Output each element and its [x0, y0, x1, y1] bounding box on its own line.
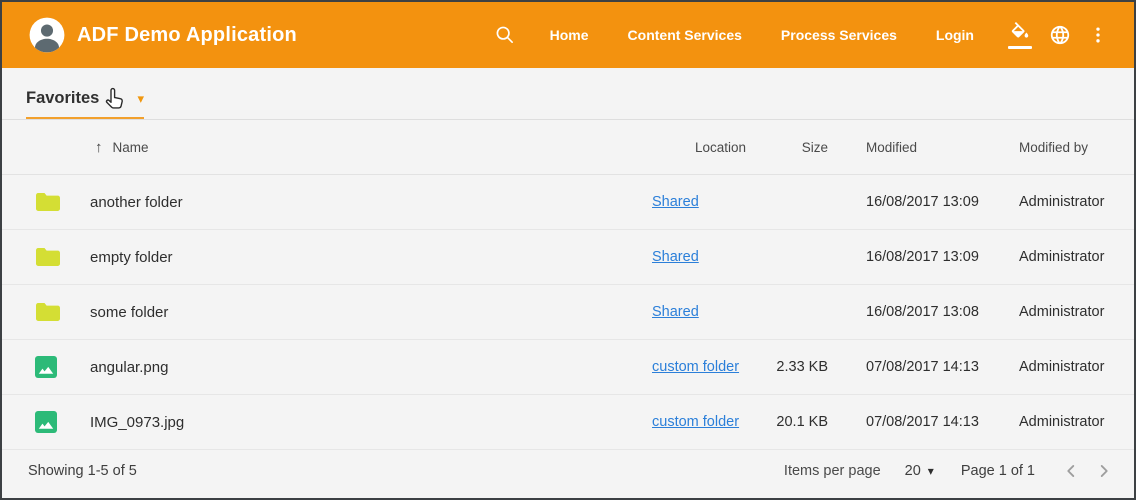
- modified-by-cell: Administrator: [1015, 249, 1134, 265]
- document-list: ↑ Name Location Size Modified Modified b…: [2, 120, 1134, 450]
- nav-item-content-services[interactable]: Content Services: [628, 27, 742, 43]
- location-link[interactable]: custom folder: [652, 359, 739, 375]
- modified-cell: 07/08/2017 14:13: [828, 359, 1015, 375]
- main-nav: Home Content Services Process Services L…: [550, 27, 1008, 43]
- pagination-controls: Items per page 20 ▾ Page 1 of 1: [784, 459, 1116, 483]
- nav-item-process-services[interactable]: Process Services: [781, 27, 897, 43]
- page-status-label: Page 1 of 1: [961, 463, 1035, 479]
- search-icon[interactable]: [494, 24, 516, 46]
- app-header: ADF Demo Application Home Content Servic…: [2, 2, 1134, 68]
- modified-cell: 07/08/2017 14:13: [828, 414, 1015, 430]
- column-header-modified-by[interactable]: Modified by: [1015, 140, 1134, 155]
- items-per-page-value: 20: [905, 463, 921, 479]
- size-cell: 2.33 KB: [774, 359, 828, 375]
- table-row[interactable]: angular.png custom folder 2.33 KB 07/08/…: [2, 340, 1134, 395]
- color-fill-underline: [1008, 46, 1032, 49]
- location-cell: Shared: [648, 303, 774, 321]
- column-header-modified[interactable]: Modified: [828, 140, 1015, 155]
- location-link[interactable]: custom folder: [652, 414, 739, 430]
- folder-icon: [2, 192, 78, 212]
- file-name: another folder: [78, 194, 648, 211]
- column-header-size[interactable]: Size: [774, 140, 828, 155]
- location-cell: Shared: [648, 248, 774, 266]
- table-header-row: ↑ Name Location Size Modified Modified b…: [2, 120, 1134, 175]
- more-vert-icon[interactable]: [1088, 25, 1108, 45]
- modified-by-cell: Administrator: [1015, 359, 1134, 375]
- location-toolbar: Favorites ▾: [2, 68, 1134, 120]
- file-name: IMG_0973.jpg: [78, 414, 648, 431]
- language-globe-icon[interactable]: [1049, 24, 1071, 46]
- previous-page-button[interactable]: [1059, 459, 1083, 483]
- location-link[interactable]: Shared: [652, 249, 699, 265]
- modified-by-cell: Administrator: [1015, 194, 1134, 210]
- location-cell: custom folder: [648, 413, 774, 431]
- modified-cell: 16/08/2017 13:08: [828, 304, 1015, 320]
- user-avatar-icon[interactable]: [28, 16, 66, 54]
- image-file-icon: [2, 356, 78, 378]
- pagination-bar: Showing 1-5 of 5 Items per page 20 ▾ Pag…: [2, 450, 1134, 492]
- dropdown-caret-icon: ▾: [928, 465, 934, 477]
- header-icon-group: [1008, 22, 1108, 49]
- table-row[interactable]: empty folder Shared 16/08/2017 13:09 Adm…: [2, 230, 1134, 285]
- color-fill-icon[interactable]: [1008, 22, 1032, 49]
- column-header-location[interactable]: Location: [648, 140, 774, 155]
- modified-cell: 16/08/2017 13:09: [828, 249, 1015, 265]
- location-cell: Shared: [648, 193, 774, 211]
- column-header-name-label: Name: [113, 140, 149, 155]
- modified-by-cell: Administrator: [1015, 304, 1134, 320]
- size-cell: 20.1 KB: [774, 414, 828, 430]
- items-per-page-label: Items per page: [784, 463, 881, 479]
- chevron-down-icon[interactable]: ▾: [137, 92, 144, 105]
- favorites-label: Favorites: [26, 89, 99, 108]
- table-row[interactable]: another folder Shared 16/08/2017 13:09 A…: [2, 175, 1134, 230]
- nav-item-login[interactable]: Login: [936, 27, 974, 43]
- app-title: ADF Demo Application: [77, 24, 297, 47]
- items-per-page-select[interactable]: 20 ▾: [905, 463, 934, 479]
- file-name: empty folder: [78, 249, 648, 266]
- location-link[interactable]: Shared: [652, 194, 699, 210]
- table-row[interactable]: some folder Shared 16/08/2017 13:08 Admi…: [2, 285, 1134, 340]
- modified-by-cell: Administrator: [1015, 414, 1134, 430]
- folder-icon: [2, 302, 78, 322]
- file-name: some folder: [78, 304, 648, 321]
- next-page-button[interactable]: [1092, 459, 1116, 483]
- file-name: angular.png: [78, 359, 648, 376]
- favorites-dropdown[interactable]: Favorites ▾: [26, 89, 144, 119]
- image-file-icon: [2, 411, 78, 433]
- modified-cell: 16/08/2017 13:09: [828, 194, 1015, 210]
- app-window: ADF Demo Application Home Content Servic…: [0, 0, 1136, 500]
- folder-icon: [2, 247, 78, 267]
- showing-range-label: Showing 1-5 of 5: [28, 463, 137, 479]
- table-row[interactable]: IMG_0973.jpg custom folder 20.1 KB 07/08…: [2, 395, 1134, 450]
- location-cell: custom folder: [648, 358, 774, 376]
- location-link[interactable]: Shared: [652, 304, 699, 320]
- column-header-name[interactable]: ↑ Name: [78, 139, 648, 156]
- sort-ascending-icon[interactable]: ↑: [95, 139, 103, 156]
- pager-buttons: [1059, 459, 1116, 483]
- nav-item-home[interactable]: Home: [550, 27, 589, 43]
